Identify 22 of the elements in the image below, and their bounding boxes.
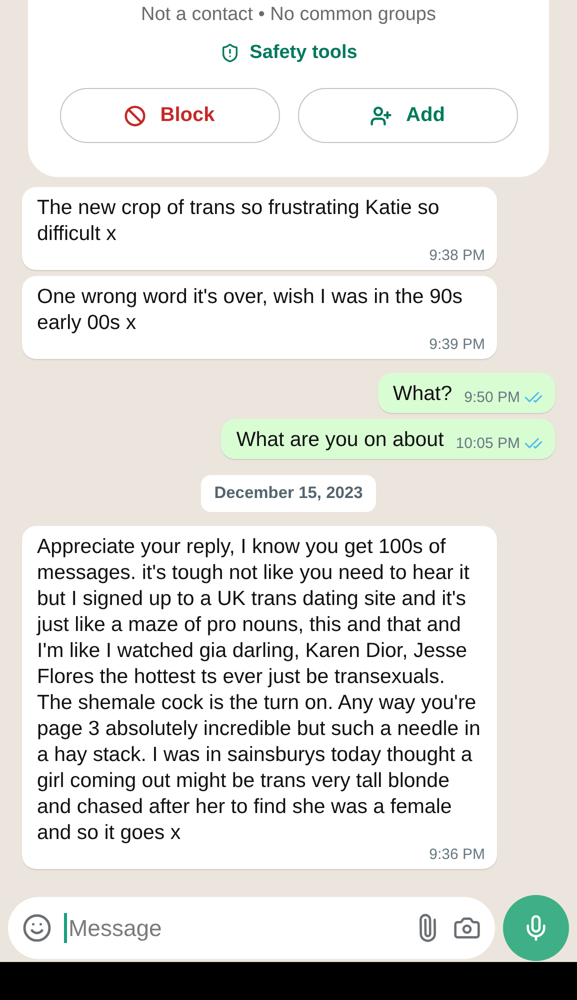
message-text: Appreciate your reply, I know you get 100s of messages. it's tough not like you need to hear it but I signed up to a UK trans dating site and it's just like a maze of pro nouns, this and that and I'm like I watched gia darling, Karen Dior, Jesse Flores the hottest ts ever just be transexuals. The shemale cock is the turn on. Any way you're page 3 absolutely incredible but such a needle in a hay stack. I was in sainsburys today thought a girl coming out might be trans very tall blonde and chased after her to find she was a female and so it goes x xyxy=(37,534,482,846)
add-button[interactable]: Add xyxy=(298,88,518,143)
message-time: 9:36 PM xyxy=(429,846,485,863)
message-time: 9:38 PM xyxy=(429,247,485,264)
add-person-icon xyxy=(370,104,392,126)
message-time: 10:05 PM xyxy=(456,435,520,452)
text-cursor xyxy=(64,913,66,943)
message-time: 9:50 PM xyxy=(464,389,520,406)
message-text: The new crop of trans so frustrating Katie so difficult x xyxy=(37,195,440,247)
block-button[interactable]: Block xyxy=(60,88,280,143)
contact-info: Not a contact • No common groups xyxy=(141,4,436,26)
date-chip: December 15, 2023 xyxy=(201,475,376,512)
message-text: One wrong word it's over, wish I was in the 90s early 00s x xyxy=(37,284,464,336)
message-text: What? xyxy=(392,381,452,407)
emoji-icon[interactable] xyxy=(22,913,52,943)
message-time: 9:39 PM xyxy=(429,336,485,353)
message-text: What are you on about xyxy=(236,427,444,453)
shield-icon xyxy=(220,43,240,63)
safety-tools-link[interactable]: Safety tools xyxy=(220,42,358,64)
message-field[interactable]: Message xyxy=(8,897,495,959)
block-icon xyxy=(124,104,146,126)
message-input[interactable]: Message xyxy=(66,914,401,942)
